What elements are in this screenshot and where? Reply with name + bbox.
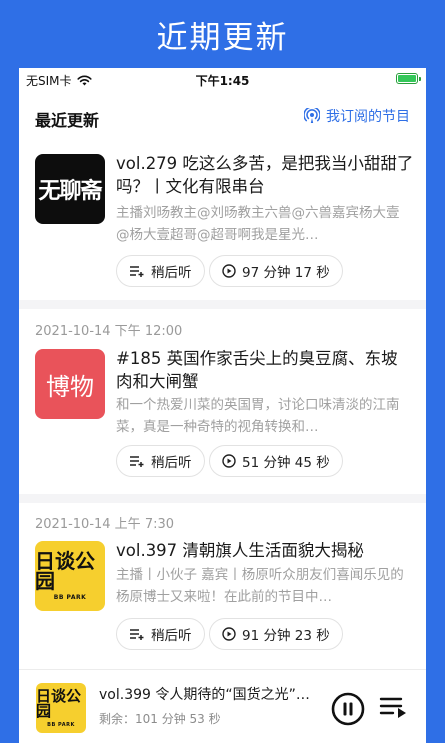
divider <box>19 494 426 503</box>
status-bar: 无SIM卡 下午1:45 <box>19 68 426 92</box>
add-to-queue-icon <box>130 266 144 277</box>
episode-cover: 日谈公园 BB PARK <box>35 541 105 611</box>
duration-label: 97 分钟 17 秒 <box>242 265 330 281</box>
pause-icon[interactable] <box>331 692 365 726</box>
play-icon <box>222 454 236 468</box>
episode-date: 2021-10-14 上午 7:30 <box>35 517 175 532</box>
play-duration-button[interactable]: 51 分钟 45 秒 <box>209 445 343 477</box>
battery-icon <box>396 73 421 84</box>
episode-card[interactable]: 2021-10-14 上午 7:30 日谈公园 BB PARK vol.397 … <box>19 503 426 669</box>
mini-player[interactable]: 日谈公园 BB PARK vol.399 令人期待的“国货之光”… 剩余：101… <box>19 669 426 743</box>
playlist-icon[interactable] <box>379 695 409 721</box>
listen-later-label: 稍后听 <box>151 628 192 644</box>
episode-title[interactable]: #185 英国作家舌尖上的臭豆腐、东坡肉和大闸蟹 <box>116 347 414 393</box>
episode-description: 和一个热爱川菜的英国胃，讨论口味清淡的江南菜，真是一种奇特的视角转换和… <box>116 397 400 435</box>
clock: 下午1:45 <box>195 74 250 88</box>
duration-label: 91 分钟 23 秒 <box>242 628 330 644</box>
duration-label: 51 分钟 45 秒 <box>242 455 330 471</box>
player-cover[interactable]: 日谈公园 BB PARK <box>36 683 86 733</box>
phone-screen: 无SIM卡 下午1:45 最近更新 我订阅的节目 无聊斋 vol.279 吃这么… <box>19 68 426 743</box>
listen-later-button[interactable]: 稍后听 <box>116 445 205 477</box>
episode-description: 主播刘旸教主@刘旸教主六兽@六兽嘉宾杨大壹@杨大壹超哥@超哥啊我是星光… <box>116 205 400 243</box>
player-title[interactable]: vol.399 令人期待的“国货之光”… <box>99 684 319 704</box>
play-icon <box>222 627 236 641</box>
listen-later-label: 稍后听 <box>151 455 192 471</box>
play-icon <box>222 264 236 278</box>
listen-later-label: 稍后听 <box>151 265 192 281</box>
episode-cover: 无聊斋 <box>35 154 105 224</box>
banner-title: 近期更新 <box>156 19 289 56</box>
add-to-queue-icon <box>130 629 144 640</box>
episode-card[interactable]: 2021-10-14 下午 12:00 博物 #185 英国作家舌尖上的臭豆腐、… <box>19 309 426 487</box>
divider <box>19 300 426 309</box>
listen-later-button[interactable]: 稍后听 <box>116 618 205 650</box>
player-remaining-time: 剩余：101 分钟 53 秒 <box>99 712 221 726</box>
episode-title[interactable]: vol.397 清朝旗人生活面貌大揭秘 <box>116 539 414 562</box>
listen-later-button[interactable]: 稍后听 <box>116 255 205 287</box>
episode-cover: 博物 <box>35 349 105 419</box>
page-header: 最近更新 我订阅的节目 <box>19 92 426 130</box>
episode-card[interactable]: 无聊斋 vol.279 吃这么多苦，是把我当小甜甜了吗？丨文化有限串台 主播刘旸… <box>19 122 426 300</box>
play-duration-button[interactable]: 97 分钟 17 秒 <box>209 255 343 287</box>
play-duration-button[interactable]: 91 分钟 23 秒 <box>209 618 343 650</box>
episode-date: 2021-10-14 下午 12:00 <box>35 324 183 339</box>
episode-description: 主播丨小伙子 嘉宾丨杨原听众朋友们喜闻乐见的杨原博士又来啦！在此前的节目中… <box>116 567 404 605</box>
banner: 近期更新 <box>0 0 445 68</box>
episode-title[interactable]: vol.279 吃这么多苦，是把我当小甜甜了吗？丨文化有限串台 <box>116 152 414 198</box>
add-to-queue-icon <box>130 456 144 467</box>
